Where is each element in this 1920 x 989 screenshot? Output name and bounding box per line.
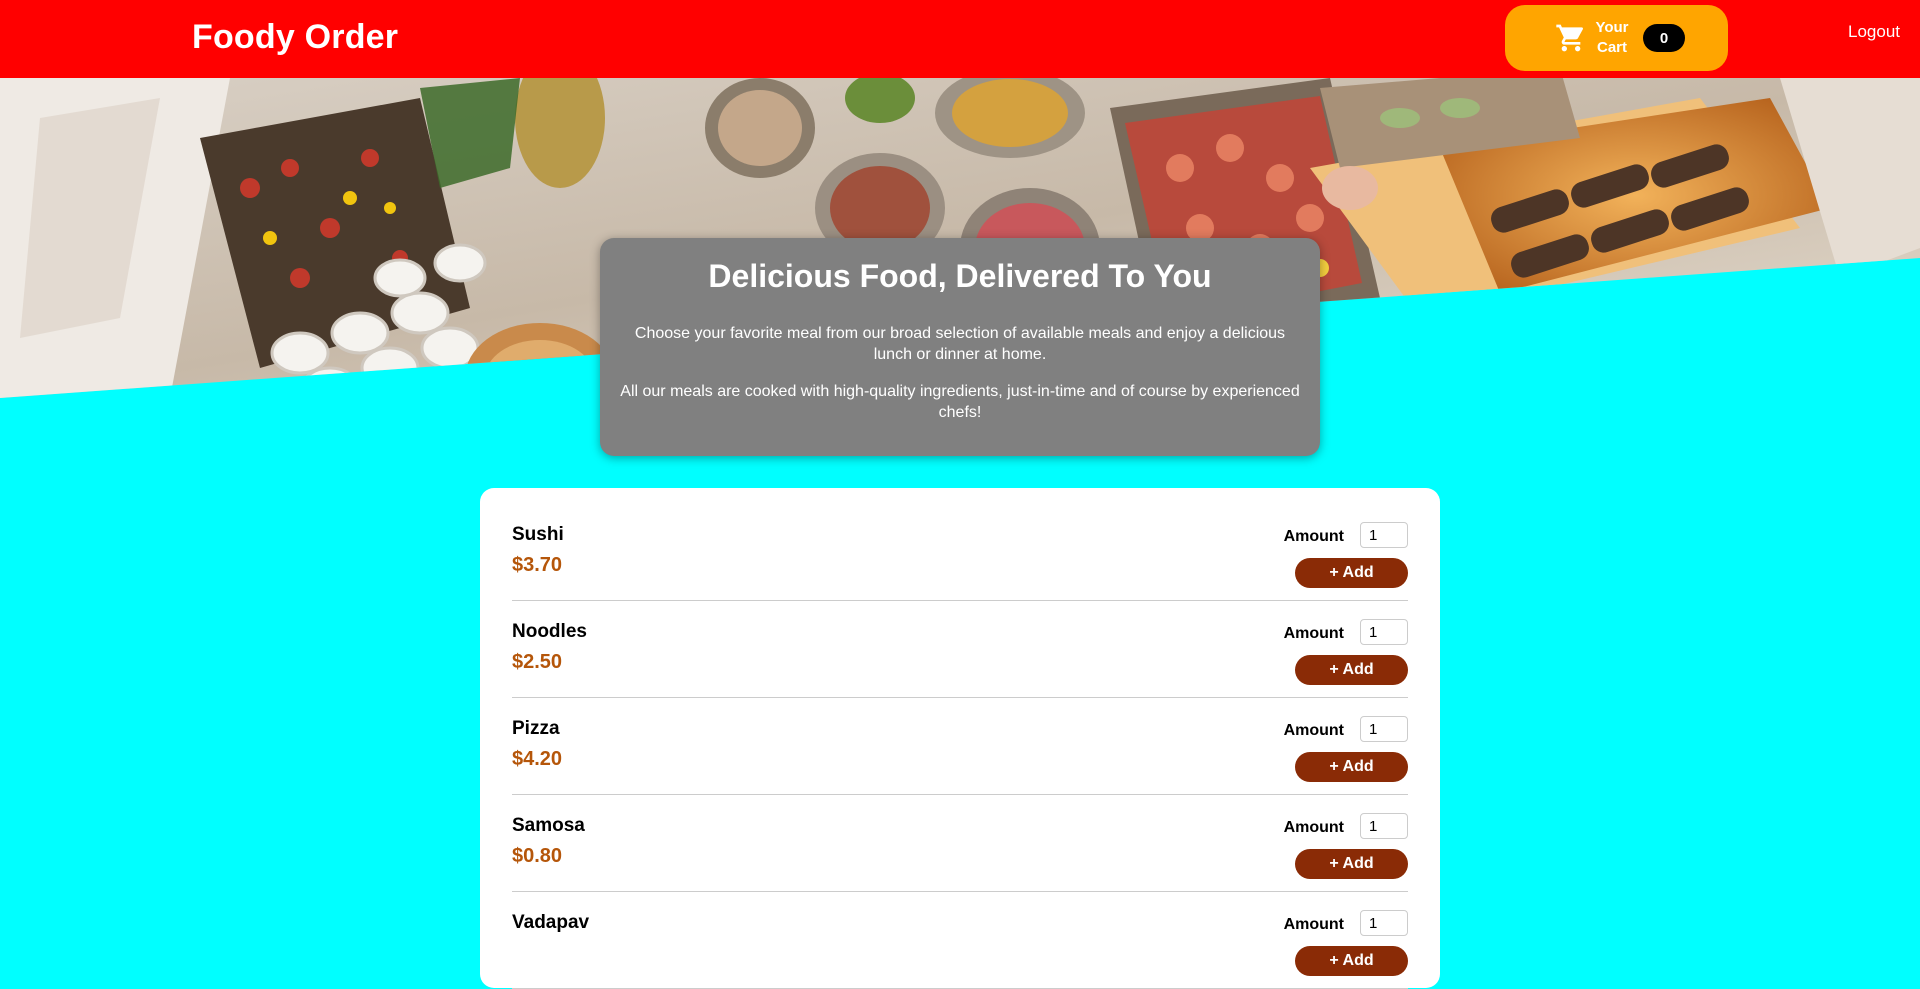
meal-name: Vadapav xyxy=(512,912,590,933)
meals-card: Sushi $3.70 Amount + Add Noodles $2.50 A… xyxy=(480,488,1440,989)
add-button[interactable]: + Add xyxy=(1295,558,1408,588)
meal-price: $3.70 xyxy=(512,554,563,576)
add-button[interactable]: + Add xyxy=(1295,946,1408,976)
meal-name: Sushi xyxy=(512,524,564,545)
meal-name: Noodles xyxy=(512,621,587,642)
meal-price: $2.50 xyxy=(512,651,563,673)
cart-count-badge: 0 xyxy=(1643,24,1685,52)
meal-price: $0.80 xyxy=(512,845,563,867)
brand-title: Foody Order xyxy=(192,18,399,56)
summary-paragraph-1: Choose your favorite meal from our broad… xyxy=(634,325,1286,363)
amount-label: Amount xyxy=(1283,528,1344,545)
meal-item-samosa: Samosa $0.80 Amount + Add xyxy=(512,795,1408,892)
amount-label: Amount xyxy=(1283,722,1344,739)
add-button[interactable]: + Add xyxy=(1295,752,1408,782)
amount-label: Amount xyxy=(1283,819,1344,836)
amount-input[interactable] xyxy=(1360,813,1408,839)
add-button[interactable]: + Add xyxy=(1295,849,1408,879)
meal-name: Samosa xyxy=(512,815,585,836)
amount-input[interactable] xyxy=(1360,716,1408,742)
amount-input[interactable] xyxy=(1360,910,1408,936)
add-button[interactable]: + Add xyxy=(1295,655,1408,685)
amount-label: Amount xyxy=(1283,625,1344,642)
logout-link[interactable]: Logout xyxy=(1848,22,1900,42)
meal-item-noodles: Noodles $2.50 Amount + Add xyxy=(512,601,1408,698)
meal-item-pizza: Pizza $4.20 Amount + Add xyxy=(512,698,1408,795)
summary-title: Delicious Food, Delivered To You xyxy=(708,258,1212,294)
meal-price: $4.20 xyxy=(512,748,563,770)
meal-item-sushi: Sushi $3.70 Amount + Add xyxy=(512,504,1408,601)
cart-button[interactable]: Your Cart 0 xyxy=(1505,5,1728,71)
app-header: Foody Order Your Cart 0 Logout xyxy=(0,0,1920,78)
meal-item-vadapav: Vadapav Amount + Add xyxy=(512,892,1408,989)
summary-paragraph-2: All our meals are cooked with high-quali… xyxy=(620,383,1300,421)
summary-card: Delicious Food, Delivered To You Choose … xyxy=(600,238,1320,456)
amount-input[interactable] xyxy=(1360,619,1408,645)
amount-input[interactable] xyxy=(1360,522,1408,548)
meal-name: Pizza xyxy=(512,718,560,739)
cart-icon xyxy=(1556,24,1584,52)
amount-label: Amount xyxy=(1283,916,1344,933)
cart-label: Your Cart xyxy=(1595,19,1629,56)
